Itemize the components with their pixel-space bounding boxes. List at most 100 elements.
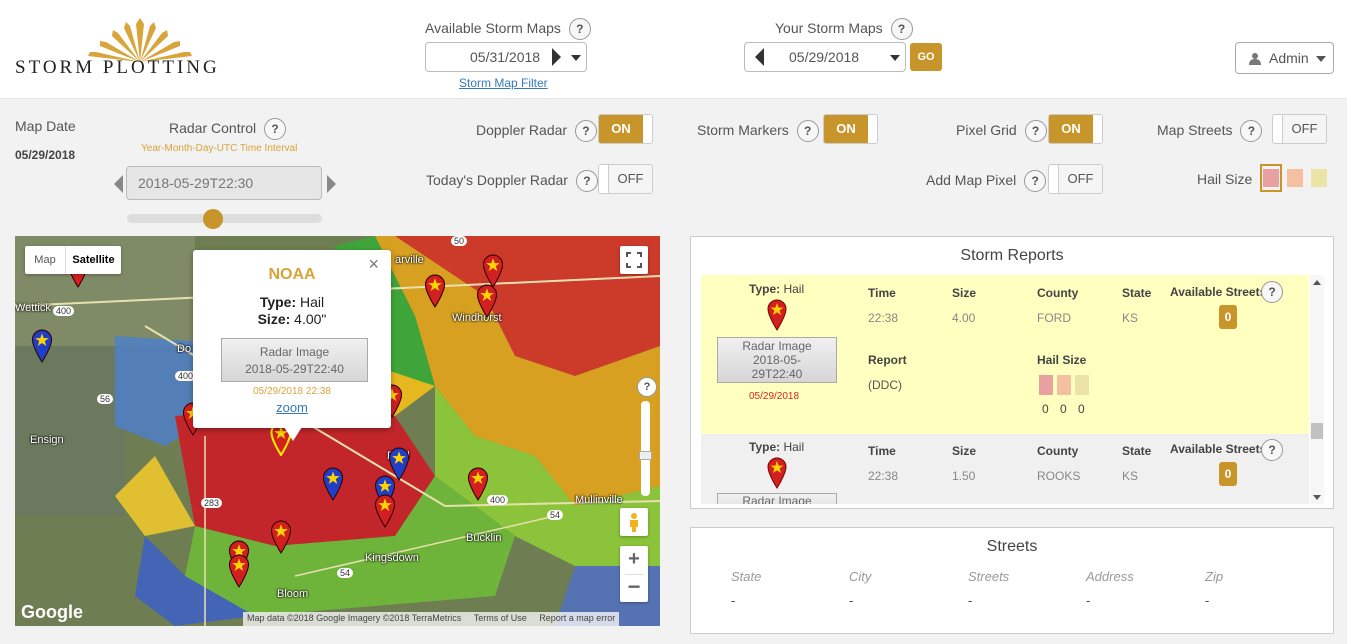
streets-value: - (731, 593, 736, 608)
help-icon[interactable]: ? (575, 170, 598, 192)
interval-note: Year-Month-Day-UTC Time Interval (141, 143, 298, 154)
reports-scrollbar[interactable] (1310, 275, 1324, 504)
slider-handle[interactable] (202, 209, 223, 229)
scroll-down-icon[interactable] (1313, 495, 1321, 500)
available-storm-maps-select[interactable]: 05/31/2018 (425, 42, 587, 72)
zoom-slider-track[interactable] (639, 401, 652, 496)
zoom-out-button[interactable]: − (620, 574, 648, 602)
todays-doppler-toggle[interactable]: OFF (598, 164, 653, 194)
hail-marker-icon (767, 299, 787, 331)
map-type-map[interactable]: Map (25, 246, 65, 274)
help-icon[interactable]: ? (1240, 120, 1263, 142)
map-type-control: Map Satellite (25, 246, 121, 274)
storm-map-filter-link[interactable]: Storm Map Filter (459, 76, 548, 90)
report-row[interactable]: Type: Hail Radar Image Time 22:38 Size 1… (701, 434, 1309, 504)
street-view-button[interactable] (620, 508, 648, 536)
town-label: Bloom (277, 588, 309, 600)
road-shield: 50 (451, 236, 468, 246)
doppler-radar-toggle[interactable]: ON (598, 114, 653, 144)
help-icon[interactable]: ? (796, 120, 819, 142)
report-time-header: Time (868, 444, 896, 458)
next-arrow-icon[interactable] (552, 48, 561, 66)
add-map-pixel-text: Add Map Pixel (926, 172, 1017, 188)
radar-control-label: Radar Control ? (169, 118, 287, 140)
report-county-value: FORD (1037, 311, 1071, 325)
red-storm-marker-icon[interactable] (467, 467, 489, 501)
road-shield: 54 (547, 510, 564, 520)
radar-btn-line: 2018-05-29T22:40 (245, 362, 344, 376)
add-map-pixel-toggle[interactable]: OFF (1048, 164, 1103, 194)
popup-tail (284, 427, 302, 441)
prev-arrow-icon[interactable] (755, 48, 764, 66)
available-streets-count[interactable]: 0 (1219, 462, 1237, 486)
help-icon[interactable]: ? (574, 120, 597, 142)
terms-link[interactable]: Terms of Use (474, 613, 527, 623)
report-county-header: County (1037, 444, 1079, 458)
help-icon[interactable]: ? (568, 18, 591, 40)
popup-type: Type: Hail (193, 294, 391, 310)
report-radar-image-button[interactable]: Radar Image (717, 493, 837, 504)
report-county-value: ROOKS (1037, 469, 1081, 483)
radar-prev-icon[interactable] (114, 175, 123, 193)
blue-storm-marker-icon[interactable] (31, 329, 53, 363)
red-storm-marker-icon[interactable] (270, 520, 292, 554)
report-type-value: Hail (783, 282, 805, 296)
report-row[interactable]: Type: Hail Radar Image 2018-05- 29T22:40… (701, 275, 1309, 434)
red-storm-marker-icon[interactable] (476, 284, 498, 318)
report-county-header: County (1037, 286, 1079, 300)
available-streets-count[interactable]: 0 (1219, 305, 1237, 329)
toggle-state: OFF (1282, 115, 1326, 143)
report-hail-size-header: Hail Size (1037, 353, 1087, 367)
report-type-label: Type: (749, 282, 781, 296)
radar-btn-line: Radar Image (259, 345, 330, 359)
report-value: (DDC) (868, 378, 902, 392)
scrollbar-thumb[interactable] (1311, 423, 1323, 439)
road-shield: 283 (201, 498, 223, 508)
road-shield: 400 (53, 306, 75, 316)
popup-radar-image-button[interactable]: Radar Image 2018-05-29T22:40 (221, 338, 368, 382)
map-streets-toggle[interactable]: OFF (1272, 114, 1327, 144)
popup-zoom-link[interactable]: zoom (193, 400, 391, 415)
town-label: Ensign (30, 434, 64, 446)
help-icon[interactable]: ? (264, 118, 287, 140)
red-storm-marker-icon[interactable] (228, 554, 250, 588)
storm-markers-toggle[interactable]: ON (823, 114, 878, 144)
scroll-up-icon[interactable] (1313, 280, 1321, 285)
your-storm-maps-select[interactable]: 05/29/2018 (744, 42, 906, 72)
radar-btn-line: Radar Image (742, 494, 812, 504)
hail-swatch-small[interactable] (1263, 169, 1279, 187)
help-icon[interactable]: ? (1261, 439, 1283, 461)
radar-next-icon[interactable] (327, 175, 336, 193)
hail-swatch-large[interactable] (1311, 169, 1327, 187)
radar-time-field[interactable]: 2018-05-29T22:30 (126, 166, 322, 200)
user-icon (1249, 53, 1261, 65)
top-header: STORM PLOTTING Available Storm Maps ? 05… (0, 0, 1347, 99)
chevron-down-icon (890, 55, 900, 61)
map-streets-text: Map Streets (1157, 122, 1233, 138)
pixel-grid-toggle[interactable]: ON (1048, 114, 1103, 144)
zoom-in-button[interactable]: + (620, 546, 648, 574)
fullscreen-button[interactable] (620, 246, 648, 274)
todays-doppler-label: Today's Doppler Radar ? (426, 170, 598, 192)
help-icon[interactable]: ? (1024, 120, 1047, 142)
help-icon[interactable]: ? (637, 377, 657, 397)
report-radar-image-button[interactable]: Radar Image 2018-05- 29T22:40 (717, 337, 837, 383)
blue-storm-marker-icon[interactable] (322, 467, 344, 501)
zoom-slider-handle[interactable] (639, 451, 652, 460)
radar-slider[interactable] (127, 209, 322, 229)
help-icon[interactable]: ? (1261, 281, 1283, 303)
storm-markers-label: Storm Markers ? (697, 120, 819, 142)
streets-title: Streets (986, 538, 1038, 555)
google-logo: Google (21, 602, 83, 622)
red-storm-marker-icon[interactable] (374, 494, 396, 528)
close-icon[interactable]: × (368, 254, 379, 275)
report-error-link[interactable]: Report a map error (539, 613, 615, 623)
admin-menu-button[interactable]: Admin (1235, 42, 1334, 74)
red-storm-marker-icon[interactable] (482, 254, 504, 288)
hail-swatch-medium[interactable] (1287, 169, 1303, 187)
help-icon[interactable]: ? (1024, 170, 1047, 192)
go-button[interactable]: GO (910, 43, 942, 71)
red-storm-marker-icon[interactable] (424, 274, 446, 308)
map-type-satellite[interactable]: Satellite (65, 246, 121, 274)
help-icon[interactable]: ? (890, 18, 913, 40)
